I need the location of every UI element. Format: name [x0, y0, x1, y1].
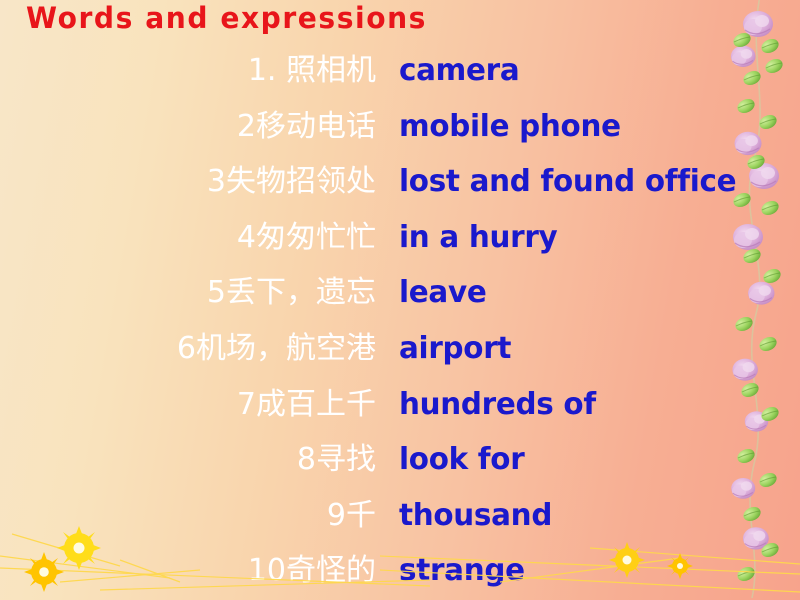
vocabulary-row: 6机场，航空港 airport	[0, 327, 800, 383]
chinese-term: 6机场，航空港	[176, 330, 376, 366]
english-term: strange	[399, 553, 525, 589]
chinese-term: 8寻找	[296, 442, 376, 478]
vocabulary-row: 10奇怪的 strange	[0, 549, 800, 600]
english-term: camera	[399, 53, 520, 88]
vocabulary-row: 7成百上千 hundreds of	[0, 383, 800, 439]
english-term: hundreds of	[399, 386, 596, 422]
chinese-term: 7成百上千	[236, 386, 376, 422]
vocabulary-row: 8寻找 look for	[0, 438, 800, 494]
english-term: leave	[399, 275, 487, 311]
chinese-term: 9千	[326, 497, 376, 533]
english-term: mobile phone	[399, 108, 621, 144]
chinese-term: 4匆匆忙忙	[236, 219, 376, 255]
vocabulary-row: 1. 照相机 camera	[0, 49, 800, 105]
vocabulary-row: 4匆匆忙忙 in a hurry	[0, 216, 800, 272]
vocabulary-row: 3失物招领处 lost and found office	[0, 160, 800, 216]
chinese-term: 1. 照相机	[247, 53, 376, 88]
english-term: look for	[399, 442, 525, 478]
chinese-term: 10奇怪的	[247, 553, 376, 589]
english-term: lost and found office	[399, 164, 737, 200]
vocabulary-row: 9千 thousand	[0, 494, 800, 550]
chinese-term: 2移动电话	[236, 108, 376, 144]
vocabulary-list: 1. 照相机 camera 2移动电话 mobile phone 3失物招领处 lost …	[0, 49, 800, 600]
chinese-term: 3失物招领处	[206, 164, 376, 200]
chinese-term: 5丢下，遗忘	[206, 275, 376, 311]
english-term: in a hurry	[399, 219, 558, 255]
english-term: thousand	[399, 497, 553, 533]
page-title: Words and expressions	[26, 1, 427, 35]
vocabulary-row: 2移动电话 mobile phone	[0, 105, 800, 161]
slide-canvas: Words and expressions 1. 照相机 camera 2移动电话 m…	[0, 0, 800, 600]
english-term: airport	[399, 330, 512, 366]
vocabulary-row: 5丢下，遗忘 leave	[0, 271, 800, 327]
